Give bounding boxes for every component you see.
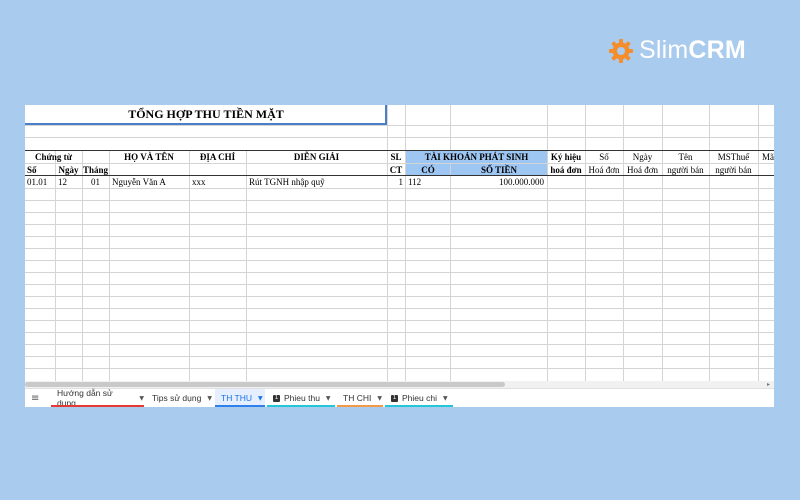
header-nguoi-ban: người bán: [667, 165, 704, 175]
tab-label: Tips sử dụng: [152, 393, 202, 403]
chevron-down-icon: ▼: [325, 394, 331, 402]
row1-dien-giai[interactable]: Rút TGNH nhập quỹ: [249, 176, 325, 188]
row1-thang[interactable]: 01: [82, 176, 109, 188]
header-ms-thue: MSThuế: [717, 152, 750, 162]
header-ct: CT: [389, 165, 403, 175]
tab-label: Phieu chi: [402, 393, 437, 403]
chevron-down-icon: ▼: [207, 394, 212, 402]
header-ho-va-ten: HỌ VÀ TÊN: [124, 152, 174, 162]
protected-sheet-icon: 1: [391, 394, 398, 402]
header-ngay-hd: Ngày: [632, 152, 653, 162]
sheet-title: TỔNG HỢP THU TIỀN MẶT: [128, 107, 284, 121]
row1-dia-chi[interactable]: xxx: [192, 176, 206, 188]
header-chung-tu: Chứng từ: [34, 152, 73, 162]
chevron-down-icon: ▼: [258, 394, 263, 402]
header-co: CÓ: [406, 164, 450, 175]
tab-th-thu[interactable]: TH THU ▼: [215, 389, 265, 407]
tab-th-chi[interactable]: TH CHI ▼: [337, 389, 383, 407]
header-so: Số: [27, 165, 37, 175]
header-tai-khoan: TÀI KHOẢN PHÁT SINH: [406, 151, 547, 163]
tab-color-bar: [267, 405, 335, 407]
header-dia-chi: ĐỊA CHỈ: [199, 152, 236, 162]
spreadsheet: TỔNG HỢP THU TIỀN MẶT Chứng từ HỌ VÀ TÊN…: [25, 105, 774, 407]
tab-color-bar: [385, 405, 453, 407]
header-ma: Mã: [762, 152, 774, 162]
scroll-right-icon[interactable]: ▸: [767, 381, 770, 388]
header-ten: Tên: [678, 152, 693, 162]
header-ky-hieu: Ký hiệu: [550, 152, 582, 162]
horizontal-scrollbar[interactable]: ▸: [25, 381, 774, 388]
header-hoa-don-ngay: Hoá đơn: [626, 165, 658, 175]
tab-label: TH THU: [221, 393, 253, 403]
chevron-down-icon: ▼: [442, 394, 448, 402]
tab-huong-dan-su-dung[interactable]: Hướng dẫn sử dụng ▼: [51, 388, 144, 407]
sheet-tab-bar: ≡ Hướng dẫn sử dụng ▼ Tips sử dụng ▼ TH …: [25, 388, 774, 407]
header-hoa-don: hoá đơn: [550, 165, 582, 175]
header-so-hd: Số: [599, 152, 609, 162]
tab-color-bar: [215, 405, 265, 407]
tab-label: Phieu thu: [284, 393, 320, 403]
tab-tips-su-dung[interactable]: Tips sử dụng ▼: [146, 389, 214, 407]
brand-name: SlimCRM: [639, 36, 746, 64]
chevron-down-icon: ▼: [139, 394, 144, 402]
row1-sl[interactable]: 1: [387, 176, 404, 188]
tab-phieu-chi[interactable]: 1 Phieu chi ▼: [385, 389, 453, 407]
row1-so[interactable]: 01.01: [27, 176, 47, 188]
row1-ngay[interactable]: 12: [58, 176, 67, 188]
cell-grid[interactable]: TỔNG HỢP THU TIỀN MẶT Chứng từ HỌ VÀ TÊN…: [25, 105, 774, 381]
row1-co[interactable]: 112: [408, 176, 421, 188]
header-dien-giai: DIỄN GIẢI: [293, 152, 340, 162]
all-sheets-menu-icon[interactable]: ≡: [31, 393, 39, 404]
chevron-down-icon: ▼: [377, 394, 382, 402]
row1-so-tien[interactable]: 100.000.000: [450, 176, 544, 188]
brand-logo: SlimCRM: [608, 36, 746, 65]
tab-label: TH CHI: [343, 393, 372, 403]
header-ngay: Ngày: [58, 165, 79, 175]
tab-phieu-thu[interactable]: 1 Phieu thu ▼: [267, 389, 335, 407]
gear-icon: [609, 38, 633, 63]
tab-color-bar: [337, 405, 383, 407]
tab-color-bar: [51, 405, 144, 407]
protected-sheet-icon: 1: [273, 394, 280, 402]
header-sl: SL: [390, 152, 402, 162]
header-hoa-don-so: Hoá đơn: [588, 165, 620, 175]
header-so-tien: SỐ TIỀN: [451, 164, 547, 175]
header-nguoi-ban-ms: người bán: [715, 165, 752, 175]
row1-ho-ten[interactable]: Nguyễn Văn A: [112, 176, 166, 188]
header-thang: Tháng: [82, 165, 108, 175]
scrollbar-thumb[interactable]: [25, 382, 505, 387]
